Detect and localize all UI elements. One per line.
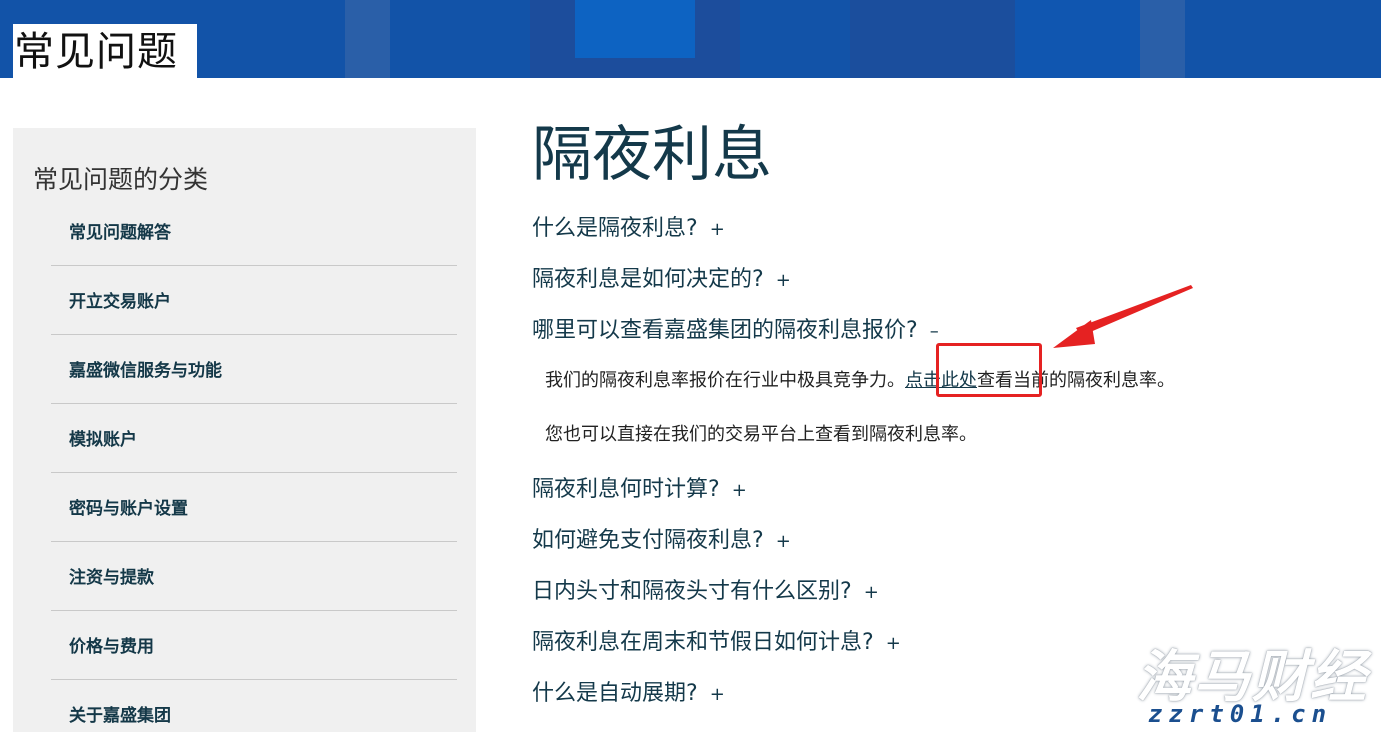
answer-text: 我们的隔夜利息率报价在行业中极具竞争力。 bbox=[545, 370, 905, 391]
sidebar-item-about[interactable]: 关于嘉盛集团 bbox=[51, 679, 457, 748]
sidebar-item-label: 密码与账户设置 bbox=[69, 499, 188, 519]
expand-icon[interactable]: + bbox=[732, 480, 747, 501]
page-title: 常见问题 bbox=[14, 29, 178, 75]
question-text: 什么是隔夜利息? bbox=[532, 216, 698, 241]
faq-question[interactable]: 日内头寸和隔夜头寸有什么区别? + bbox=[532, 573, 879, 605]
expand-icon[interactable]: + bbox=[864, 582, 879, 603]
section-title: 隔夜利息 bbox=[532, 120, 772, 190]
banner-stripe bbox=[1140, 0, 1185, 78]
sidebar-item-label: 关于嘉盛集团 bbox=[69, 706, 171, 726]
annotation-arrow-icon bbox=[1053, 285, 1193, 348]
question-text: 如何避免支付隔夜利息? bbox=[532, 528, 764, 553]
sidebar-item-label: 价格与费用 bbox=[69, 637, 154, 657]
question-text: 隔夜利息何时计算? bbox=[532, 477, 720, 502]
annotation-highlight-box bbox=[936, 343, 1042, 397]
faq-question[interactable]: 隔夜利息是如何决定的? + bbox=[532, 261, 791, 293]
faq-question[interactable]: 隔夜利息在周末和节假日如何计息? + bbox=[532, 624, 901, 656]
question-text: 隔夜利息在周末和节假日如何计息? bbox=[532, 630, 874, 655]
question-text: 哪里可以查看嘉盛集团的隔夜利息报价? bbox=[532, 318, 918, 343]
banner-stripe bbox=[1015, 0, 1140, 78]
sidebar-heading: 常见问题的分类 bbox=[33, 165, 209, 194]
sidebar-item-faq[interactable]: 常见问题解答 bbox=[51, 196, 457, 266]
expand-icon[interactable]: + bbox=[710, 684, 725, 705]
answer-paragraph: 我们的隔夜利息率报价在行业中极具竞争力。点击此处查看当前的隔夜利息率。 bbox=[545, 366, 1175, 392]
sidebar-item-pricing[interactable]: 价格与费用 bbox=[51, 610, 457, 680]
sidebar-item-demo[interactable]: 模拟账户 bbox=[51, 403, 457, 473]
answer-paragraph: 您也可以直接在我们的交易平台上查看到隔夜利息率。 bbox=[545, 424, 977, 445]
banner-stripe bbox=[575, 0, 695, 58]
banner-stripe bbox=[850, 0, 1015, 78]
question-text: 什么是自动展期? bbox=[532, 681, 698, 706]
sidebar-item-label: 嘉盛微信服务与功能 bbox=[69, 361, 222, 381]
sidebar-item-label: 注资与提款 bbox=[69, 568, 154, 588]
expand-icon[interactable]: + bbox=[886, 633, 901, 654]
question-text: 隔夜利息是如何决定的? bbox=[532, 267, 764, 292]
faq-question[interactable]: 如何避免支付隔夜利息? + bbox=[532, 522, 791, 554]
sidebar-item-label: 模拟账户 bbox=[69, 430, 137, 450]
expand-icon[interactable]: + bbox=[776, 270, 791, 291]
banner-stripe bbox=[345, 0, 390, 78]
faq-question[interactable]: 什么是自动展期? + bbox=[532, 675, 725, 707]
collapse-icon[interactable]: – bbox=[930, 321, 939, 342]
question-text: 日内头寸和隔夜头寸有什么区别? bbox=[532, 579, 852, 604]
sidebar-item-funding[interactable]: 注资与提款 bbox=[51, 541, 457, 611]
faq-question-expanded[interactable]: 哪里可以查看嘉盛集团的隔夜利息报价? – bbox=[532, 312, 939, 344]
sidebar-item-label: 开立交易账户 bbox=[69, 292, 171, 312]
expand-icon[interactable]: + bbox=[710, 219, 725, 240]
sidebar-item-label: 常见问题解答 bbox=[69, 223, 171, 243]
watermark-url: zzrt01.cn bbox=[1148, 700, 1333, 728]
header-banner: 常见问题 bbox=[0, 0, 1381, 78]
expand-icon[interactable]: + bbox=[776, 531, 791, 552]
sidebar-item-open-account[interactable]: 开立交易账户 bbox=[51, 265, 457, 335]
category-sidebar: 常见问题的分类 常见问题解答 开立交易账户 嘉盛微信服务与功能 模拟账户 密码与… bbox=[13, 128, 476, 732]
sidebar-item-wechat[interactable]: 嘉盛微信服务与功能 bbox=[51, 334, 457, 404]
faq-question[interactable]: 隔夜利息何时计算? + bbox=[532, 471, 747, 503]
sidebar-item-password[interactable]: 密码与账户设置 bbox=[51, 472, 457, 542]
faq-question[interactable]: 什么是隔夜利息? + bbox=[532, 210, 725, 242]
